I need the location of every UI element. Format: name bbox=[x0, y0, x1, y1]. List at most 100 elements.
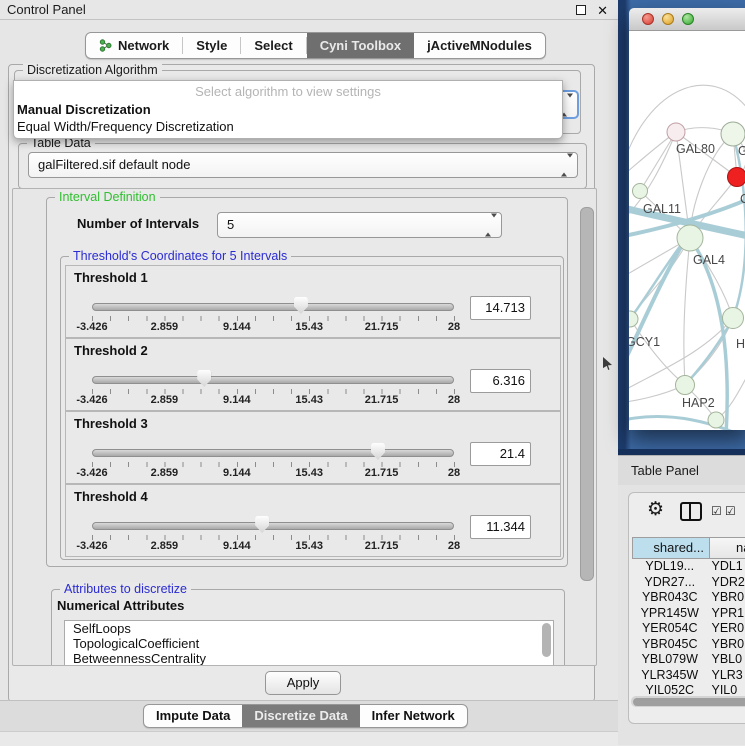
table-row[interactable]: YDL19...YDL1 bbox=[632, 559, 745, 575]
threshold-value-field[interactable]: 21.4 bbox=[470, 442, 531, 466]
tick-label: -3.426 bbox=[76, 467, 107, 479]
network-edge bbox=[629, 132, 676, 179]
algorithm-settings-panel: Interval Definition Number of Intervals … bbox=[12, 188, 597, 666]
tick-label: 15.43 bbox=[295, 394, 323, 406]
attribute-list-item[interactable]: BetweennessCentrality bbox=[65, 651, 553, 666]
apply-button[interactable]: Apply bbox=[265, 671, 341, 695]
number-of-intervals-combobox[interactable]: 5 bbox=[217, 212, 502, 238]
table-row[interactable]: YIL052CYIL0 bbox=[632, 683, 745, 696]
network-node-gcy1[interactable] bbox=[629, 311, 638, 327]
cell-name[interactable]: YLR3 bbox=[707, 668, 745, 684]
checkbox-icon[interactable]: ☑ bbox=[711, 504, 722, 518]
network-node-g[interactable] bbox=[721, 122, 745, 146]
zoom-traffic-light-icon[interactable] bbox=[682, 13, 694, 25]
threshold-3-slider[interactable] bbox=[92, 443, 454, 461]
slider-handle[interactable] bbox=[197, 370, 211, 387]
cell-name[interactable]: YDR2 bbox=[707, 575, 745, 591]
network-node[interactable] bbox=[708, 412, 724, 428]
slider-track bbox=[92, 522, 454, 530]
tab-select[interactable]: Select bbox=[241, 33, 305, 58]
network-node-hap2[interactable] bbox=[676, 376, 695, 395]
numerical-attributes-list[interactable]: SelfLoopsTopologicalCoefficientBetweenne… bbox=[64, 620, 554, 666]
table-row[interactable]: YLR345WYLR3 bbox=[632, 668, 745, 684]
threshold-value-field[interactable]: 6.316 bbox=[470, 369, 531, 393]
threshold-1-slider[interactable] bbox=[92, 297, 454, 315]
cell-shared-name[interactable]: YPR145W bbox=[632, 606, 707, 622]
bottom-tab-bar: Impute Data Discretize Data Infer Networ… bbox=[143, 704, 468, 728]
dropdown-option-equal-width-frequency[interactable]: Equal Width/Frequency Discretization bbox=[14, 118, 562, 135]
table-row[interactable]: YBL079WYBL0 bbox=[632, 652, 745, 668]
cell-shared-name[interactable]: YIL052C bbox=[632, 683, 707, 696]
slider-handle[interactable] bbox=[294, 297, 308, 314]
attribute-list-item[interactable]: SelfLoops bbox=[65, 621, 553, 636]
tab-network[interactable]: Network bbox=[86, 33, 182, 58]
table-row[interactable]: YER054CYER0 bbox=[632, 621, 745, 637]
cell-shared-name[interactable]: YBL079W bbox=[632, 652, 707, 668]
threshold-value-field[interactable]: 14.713 bbox=[470, 296, 531, 320]
float-window-icon[interactable] bbox=[576, 5, 586, 15]
network-canvas[interactable]: GAL80GCGAL11GAL4GCY1HHAP2 bbox=[629, 31, 745, 430]
tab-style[interactable]: Style bbox=[183, 33, 240, 58]
threshold-2-slider[interactable] bbox=[92, 370, 454, 388]
node-label: GCY1 bbox=[629, 335, 660, 349]
network-edge bbox=[716, 369, 745, 420]
threshold-4-slider[interactable] bbox=[92, 516, 454, 534]
cell-name[interactable]: YPR1 bbox=[707, 606, 745, 622]
cell-shared-name[interactable]: YER054C bbox=[632, 621, 707, 637]
tick-label: 28 bbox=[448, 467, 460, 479]
network-edge bbox=[733, 134, 745, 318]
cell-name[interactable]: YBR0 bbox=[707, 590, 745, 606]
column-header-name[interactable]: na bbox=[710, 537, 745, 559]
cell-shared-name[interactable]: YDL19... bbox=[632, 559, 707, 575]
list-scrollbar[interactable] bbox=[542, 623, 551, 657]
slider-handle[interactable] bbox=[255, 516, 269, 533]
table-data-combobox[interactable]: galFiltered.sif default node bbox=[28, 152, 578, 178]
checkbox-icon[interactable]: ☑ bbox=[725, 504, 736, 518]
scrollbar-thumb[interactable] bbox=[633, 698, 745, 706]
network-node-h[interactable] bbox=[723, 308, 744, 329]
cell-shared-name[interactable]: YBR045C bbox=[632, 637, 707, 653]
close-icon[interactable]: ✕ bbox=[597, 1, 608, 20]
cell-name[interactable]: YBR0 bbox=[707, 637, 745, 653]
tab-infer-network[interactable]: Infer Network bbox=[360, 705, 467, 727]
column-header-shared-name[interactable]: shared... bbox=[632, 537, 710, 559]
close-traffic-light-icon[interactable] bbox=[642, 13, 654, 25]
threshold-value-field[interactable]: 11.344 bbox=[470, 515, 531, 539]
node-label: G bbox=[738, 144, 745, 158]
tab-discretize-data[interactable]: Discretize Data bbox=[242, 705, 359, 727]
dropdown-option-manual-discretization[interactable]: Manual Discretization bbox=[14, 101, 562, 118]
gear-icon[interactable]: ⚙ bbox=[647, 498, 664, 520]
table-row[interactable]: YBR043CYBR0 bbox=[632, 590, 745, 606]
tab-cyni-toolbox[interactable]: Cyni Toolbox bbox=[307, 33, 414, 58]
tick-label: 21.715 bbox=[365, 467, 399, 479]
horizontal-scrollbar[interactable] bbox=[631, 696, 745, 707]
network-window-titlebar[interactable] bbox=[629, 8, 745, 31]
cell-shared-name[interactable]: YBR043C bbox=[632, 590, 707, 606]
network-node-gal11[interactable] bbox=[633, 184, 648, 199]
split-table-icon[interactable] bbox=[680, 502, 702, 521]
table-row[interactable]: YBR045CYBR0 bbox=[632, 637, 745, 653]
numerical-attributes-label: Numerical Attributes bbox=[57, 598, 184, 613]
threshold-label: Threshold 2 bbox=[74, 343, 148, 358]
cell-shared-name[interactable]: YDR27... bbox=[632, 575, 707, 591]
tick-label: 9.144 bbox=[223, 394, 251, 406]
cell-name[interactable]: YBL0 bbox=[707, 652, 745, 668]
cell-shared-name[interactable]: YLR345W bbox=[632, 668, 707, 684]
tick-label: 2.859 bbox=[151, 540, 179, 552]
slider-handle[interactable] bbox=[371, 443, 385, 460]
minimize-traffic-light-icon[interactable] bbox=[662, 13, 674, 25]
cell-name[interactable]: YDL1 bbox=[707, 559, 745, 575]
table-row[interactable]: YDR27...YDR2 bbox=[632, 575, 745, 591]
tab-jactivemnodules[interactable]: jActiveMNodules bbox=[414, 33, 545, 58]
network-node-gal80[interactable] bbox=[667, 123, 685, 141]
cell-name[interactable]: YIL0 bbox=[707, 683, 745, 696]
table-row[interactable]: YPR145WYPR1 bbox=[632, 606, 745, 622]
threshold-label: Threshold 4 bbox=[74, 489, 148, 504]
vertical-scrollbar[interactable] bbox=[580, 207, 594, 581]
network-node-gal4[interactable] bbox=[677, 225, 703, 251]
network-node-c[interactable] bbox=[728, 168, 745, 187]
attribute-list-item[interactable]: TopologicalCoefficient bbox=[65, 636, 553, 651]
tab-impute-data[interactable]: Impute Data bbox=[144, 705, 242, 727]
threshold-1-panel: Threshold 1 -3.4262.8599.14415.4321.7152… bbox=[65, 265, 561, 338]
cell-name[interactable]: YER0 bbox=[707, 621, 745, 637]
